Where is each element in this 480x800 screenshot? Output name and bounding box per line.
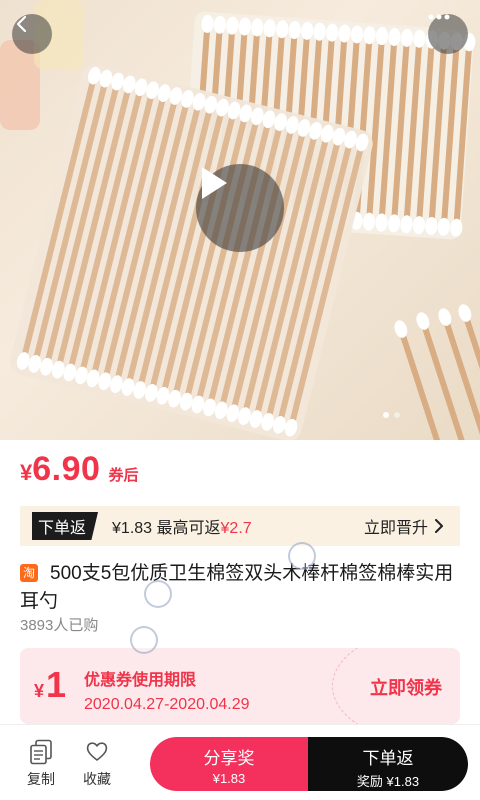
price-value: 6.90 xyxy=(32,450,101,488)
product-title: 淘 500支5包优质卫生棉签双头木棒杆棉签棉棒实用耳勺 xyxy=(20,560,460,616)
rebate-badge: 下单返 xyxy=(32,512,99,540)
coupon-amount: ¥ 1 xyxy=(34,664,66,706)
favorite-label: 收藏 xyxy=(83,771,111,787)
chevron-right-icon xyxy=(435,519,443,533)
touch-indicator xyxy=(144,580,172,608)
coupon-currency: ¥ xyxy=(34,681,45,701)
order-amount: 奖励 ¥1.83 xyxy=(356,774,420,789)
more-dots-icon xyxy=(428,14,450,20)
rebate-max-amount: ¥2.7 xyxy=(220,520,252,537)
coupon-period: 2020.04.27-2020.04.29 xyxy=(84,696,250,713)
chevron-left-icon xyxy=(16,15,27,33)
bottom-action-bar: 复制 收藏 分享奖 ¥1.83 下单返 奖励 ¥1.83 xyxy=(0,724,480,800)
carousel-indicator xyxy=(383,412,400,418)
price-currency: ¥ xyxy=(20,460,33,485)
carousel-dot xyxy=(394,412,400,418)
favorite-button[interactable]: 收藏 xyxy=(75,739,119,789)
share-label: 分享奖 xyxy=(203,749,255,768)
copy-label: 复制 xyxy=(27,771,55,787)
play-icon xyxy=(202,167,227,199)
coupon-info: 优惠券使用期限 2020.04.27-2020.04.29 xyxy=(84,666,249,714)
price-row: ¥ 6.90 券后 xyxy=(20,450,138,494)
heart-icon xyxy=(86,742,108,761)
rebate-bar[interactable]: 下单返 ¥1.83 最高可返¥2.7 立即晋升 xyxy=(20,506,460,546)
claim-coupon-button[interactable]: 立即领券 xyxy=(370,674,442,700)
share-reward-button[interactable]: 分享奖 ¥1.83 xyxy=(150,737,308,791)
sold-count: 3893人已购 xyxy=(20,617,99,634)
product-title-text: 500支5包优质卫生棉签双头木棒杆棉签棉棒实用耳勺 xyxy=(20,563,454,612)
upgrade-link[interactable]: 立即晋升 xyxy=(364,514,444,538)
coupon-value: 1 xyxy=(46,664,67,705)
video-play-button[interactable] xyxy=(196,164,284,252)
order-label: 下单返 xyxy=(362,749,414,768)
touch-indicator xyxy=(130,626,158,654)
rebate-text: ¥1.83 最高可返¥2.7 xyxy=(112,514,252,538)
price-after-coupon-tag: 券后 xyxy=(108,467,139,484)
rebate-amount: ¥1.83 xyxy=(112,520,153,537)
upgrade-label: 立即晋升 xyxy=(363,520,428,537)
coupon-card[interactable]: ¥ 1 优惠券使用期限 2020.04.27-2020.04.29 立即领券 xyxy=(20,648,460,724)
cta-group: 分享奖 ¥1.83 下单返 奖励 ¥1.83 xyxy=(150,737,468,791)
carousel-dot xyxy=(383,412,389,418)
order-rebate-button[interactable]: 下单返 奖励 ¥1.83 xyxy=(308,737,468,791)
more-button[interactable] xyxy=(428,14,468,54)
copy-button[interactable]: 复制 xyxy=(19,739,63,789)
share-amount: ¥1.83 xyxy=(212,771,246,786)
copy-icon xyxy=(30,739,52,765)
back-button[interactable] xyxy=(12,14,52,54)
touch-indicator xyxy=(288,542,316,570)
taobao-icon: 淘 xyxy=(20,564,38,582)
rebate-max-label: 最高可返 xyxy=(156,520,221,537)
coupon-title: 优惠券使用期限 xyxy=(84,672,197,689)
product-media[interactable] xyxy=(0,0,480,440)
